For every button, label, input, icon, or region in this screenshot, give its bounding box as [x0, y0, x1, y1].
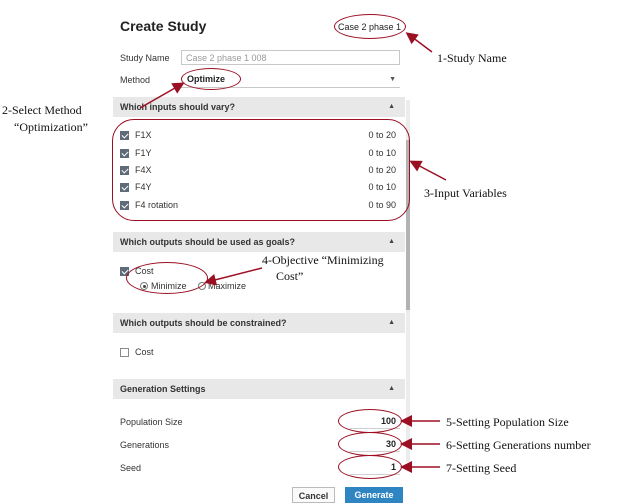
arrow-input-variables	[409, 160, 447, 181]
annotation-generations: 6-Setting Generations number	[446, 438, 591, 452]
arrow-objective	[204, 267, 263, 286]
annotation-input-variables: 3-Input Variables	[424, 186, 507, 200]
annotation-study-name: 1-Study Name	[437, 51, 507, 65]
arrow-method	[139, 82, 185, 109]
arrow-study-name	[405, 32, 433, 53]
annotation-objective-line1: 4-Objective “Minimizing	[262, 253, 384, 267]
annotation-objective-line2: Cost”	[276, 269, 304, 283]
annotation-seed: 7-Setting Seed	[446, 461, 517, 475]
annotation-population: 5-Setting Population Size	[446, 415, 569, 429]
annotation-method-line1: 2-Select Method	[2, 103, 82, 117]
annotation-method-line2: “Optimization”	[14, 120, 88, 134]
